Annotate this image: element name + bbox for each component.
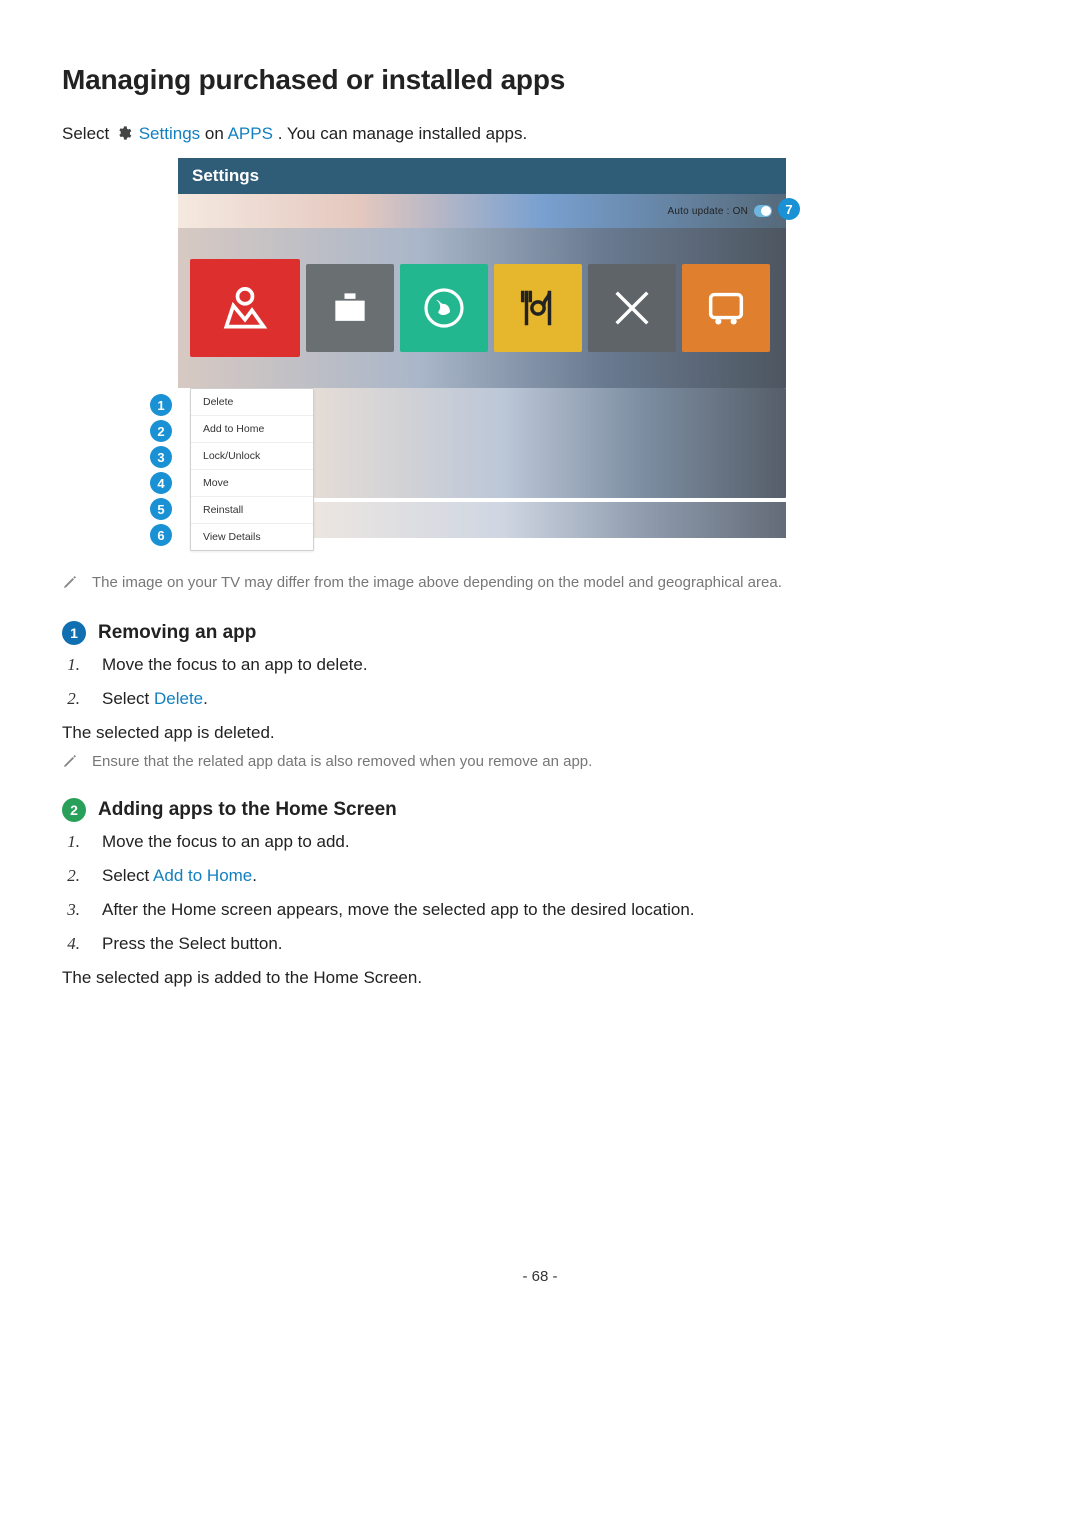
image-differ-text: The image on your TV may differ from the…: [92, 574, 782, 591]
app-tile[interactable]: [494, 264, 582, 352]
apps-link: APPS: [228, 124, 273, 143]
app-data-note-text: Ensure that the related app data is also…: [92, 753, 592, 770]
tv-lower-blur-band-2: [314, 502, 786, 538]
tv-top-strip: Auto update : ON: [178, 194, 786, 228]
intro-suffix: . You can manage installed apps.: [278, 124, 528, 143]
menu-reinstall[interactable]: Reinstall: [191, 497, 313, 524]
app-tile[interactable]: [306, 264, 394, 352]
callout-badge-4: 4: [150, 472, 172, 494]
app-tiles-row: [178, 228, 786, 388]
intro-on: on: [205, 124, 228, 143]
page-title: Managing purchased or installed apps: [62, 64, 1018, 96]
tv-illustration: Settings Auto update : ON: [178, 158, 786, 538]
step-number: 2.: [62, 866, 80, 886]
callout-badge-3: 3: [150, 446, 172, 468]
section-2-title: Adding apps to the Home Screen: [98, 799, 397, 821]
image-differ-note: The image on your TV may differ from the…: [62, 574, 1018, 591]
gear-icon: [116, 125, 132, 141]
step-text: After the Home screen appears, move the …: [94, 900, 695, 920]
app-tile[interactable]: [400, 264, 488, 352]
menu-view-details[interactable]: View Details: [191, 524, 313, 550]
context-menu: Delete Add to Home Lock/Unlock Move Rein…: [190, 388, 314, 551]
callout-badge-5: 5: [150, 498, 172, 520]
list-item: 1. Move the focus to an app to delete.: [62, 655, 1018, 675]
section-2-badge: 2: [62, 798, 86, 822]
step-suffix: .: [252, 866, 257, 885]
section-2-result: The selected app is added to the Home Sc…: [62, 968, 1018, 988]
callout-badge-7: 7: [778, 198, 800, 220]
globe-icon: [420, 284, 468, 332]
section-1-header: 1 Removing an app: [62, 621, 1018, 645]
list-item: 4. Press the Select button.: [62, 934, 1018, 954]
section-1-title: Removing an app: [98, 622, 256, 644]
auto-update-label: Auto update : ON: [668, 206, 748, 217]
app-tile-selected[interactable]: [190, 259, 300, 357]
tv-settings-title: Settings: [192, 166, 259, 186]
list-item: 1. Move the focus to an app to add.: [62, 832, 1018, 852]
tools-icon: [609, 285, 655, 331]
step-number: 1.: [62, 655, 80, 675]
add-to-home-link: Add to Home: [153, 866, 252, 885]
food-icon: [515, 285, 561, 331]
user-art-icon: [217, 280, 273, 336]
menu-lock-unlock[interactable]: Lock/Unlock: [191, 443, 313, 470]
section-2-header: 2 Adding apps to the Home Screen: [62, 798, 1018, 822]
delete-link: Delete: [154, 689, 203, 708]
menu-move[interactable]: Move: [191, 470, 313, 497]
section-2-steps: 1. Move the focus to an app to add. 2. S…: [62, 832, 1018, 954]
step-text: Move the focus to an app to delete.: [94, 655, 368, 675]
section-1-result: The selected app is deleted.: [62, 723, 1018, 743]
tv-lower-blur-band: [314, 388, 786, 498]
step-number: 2.: [62, 689, 80, 709]
page-number: - 68 -: [62, 1268, 1018, 1285]
callout-badge-6: 6: [150, 524, 172, 546]
step-number: 1.: [62, 832, 80, 852]
step-number: 3.: [62, 900, 80, 920]
list-item: 2. Select Delete.: [62, 689, 1018, 709]
list-item: 2. Select Add to Home.: [62, 866, 1018, 886]
app-data-note: Ensure that the related app data is also…: [62, 753, 1018, 770]
section-1-badge: 1: [62, 621, 86, 645]
callout-badge-2: 2: [150, 420, 172, 442]
intro-prefix: Select: [62, 124, 114, 143]
app-tile[interactable]: [588, 264, 676, 352]
list-item: 3. After the Home screen appears, move t…: [62, 900, 1018, 920]
section-1-steps: 1. Move the focus to an app to delete. 2…: [62, 655, 1018, 709]
intro-paragraph: Select Settings on APPS . You can manage…: [62, 124, 1018, 144]
settings-link: Settings: [139, 124, 200, 143]
step-number: 4.: [62, 934, 80, 954]
pencil-icon: [62, 753, 78, 769]
auto-update-toggle[interactable]: [754, 205, 772, 217]
step-text: Press the Select button.: [94, 934, 283, 954]
step-text: Move the focus to an app to add.: [94, 832, 350, 852]
tv-settings-header: Settings: [178, 158, 786, 194]
step-prefix: Select: [102, 689, 154, 708]
menu-delete[interactable]: Delete: [191, 389, 313, 416]
step-suffix: .: [203, 689, 208, 708]
bus-icon: [703, 285, 749, 331]
step-text: Select Add to Home.: [94, 866, 257, 886]
callout-badge-1: 1: [150, 394, 172, 416]
menu-add-to-home[interactable]: Add to Home: [191, 416, 313, 443]
step-prefix: Select: [102, 866, 153, 885]
briefcase-icon: [328, 286, 372, 330]
step-text: Select Delete.: [94, 689, 208, 709]
app-tile[interactable]: [682, 264, 770, 352]
pencil-icon: [62, 574, 78, 590]
